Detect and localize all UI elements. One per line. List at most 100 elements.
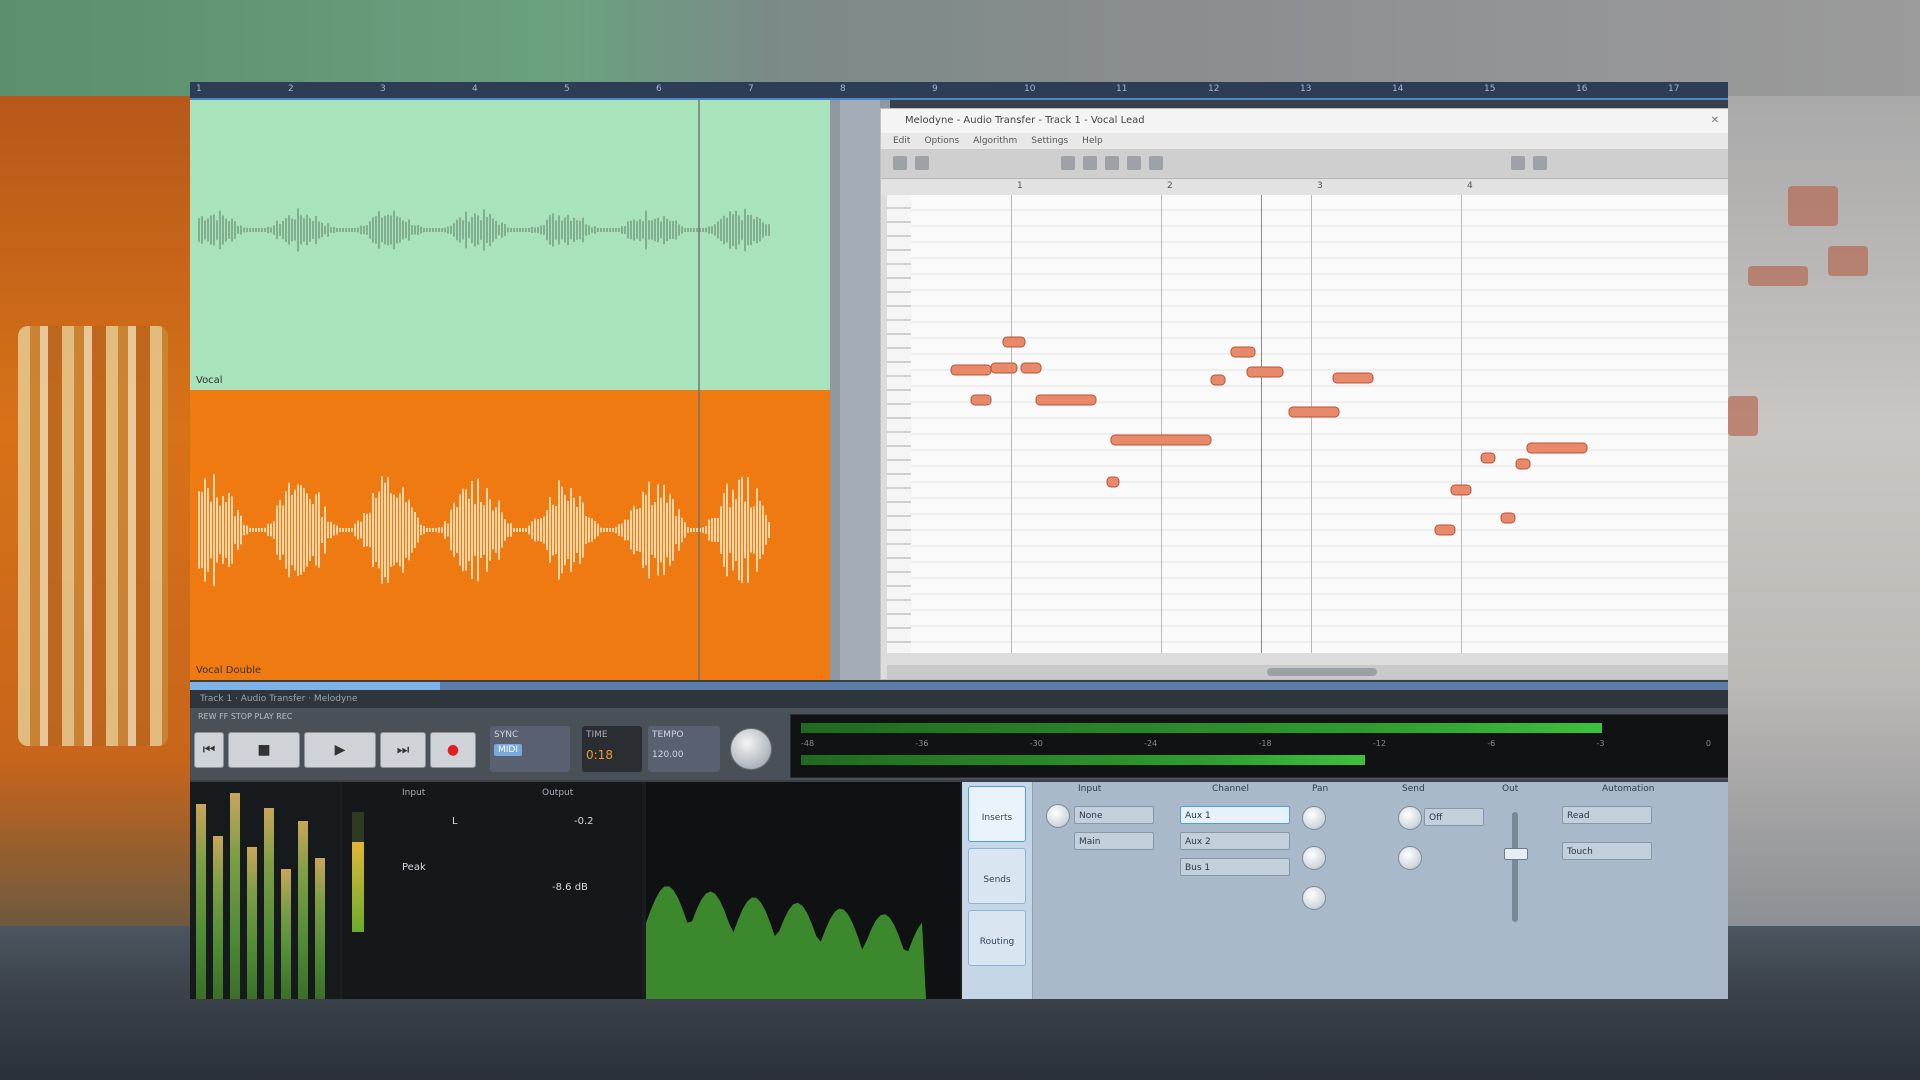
tab-sends[interactable]: Sends	[968, 848, 1026, 904]
track-overview-strip[interactable]	[190, 682, 1728, 690]
waveform-sample	[444, 521, 446, 539]
close-icon[interactable]: ✕	[1711, 109, 1719, 133]
channel-select-3[interactable]: Bus 1	[1180, 858, 1290, 876]
send-knob[interactable]	[1398, 806, 1422, 830]
waveform-sample	[492, 218, 494, 242]
plugin-ruler[interactable]: 1 2 3 4	[881, 179, 1728, 195]
record-button[interactable]: ●	[430, 732, 476, 768]
plugin-menu-item[interactable]: Algorithm	[973, 136, 1017, 146]
send-knob-2[interactable]	[1398, 846, 1422, 870]
waveform-sample	[693, 228, 695, 232]
waveform-sample	[687, 527, 689, 533]
backdrop-note	[1748, 266, 1808, 286]
audio-track-vocal[interactable]: Vocal	[190, 100, 830, 390]
meter-tick: -3	[1596, 739, 1605, 748]
pan-knob-3[interactable]	[1302, 886, 1326, 910]
waveform-sample	[249, 527, 251, 533]
plugin-titlebar[interactable]: Melodyne - Audio Transfer - Track 1 - Vo…	[881, 109, 1728, 133]
ruler-mark: 1	[196, 84, 202, 94]
waveform-sample	[639, 219, 641, 241]
play-button[interactable]: ▶	[304, 732, 376, 768]
pan-knob-2[interactable]	[1302, 846, 1326, 870]
overview-selection[interactable]	[190, 682, 440, 690]
fast-forward-button[interactable]: ⏭	[380, 732, 426, 768]
waveform-sample	[606, 528, 608, 532]
backdrop-waveform	[18, 326, 168, 746]
waveform-sample	[690, 527, 692, 533]
waveform-sample	[366, 513, 368, 547]
timing-tool-icon[interactable]	[1105, 156, 1119, 170]
audio-track-vocal-double[interactable]: Vocal Double	[190, 390, 830, 680]
scale-tool-icon[interactable]	[1149, 156, 1163, 170]
time-display[interactable]: TIME 0:18	[582, 726, 642, 772]
waveform-sample	[576, 220, 578, 240]
waveform-sample	[600, 228, 602, 232]
tempo-label: TEMPO	[652, 730, 684, 740]
zoom-out-icon[interactable]	[1511, 156, 1525, 170]
waveform-sample	[336, 525, 338, 535]
waveform-sample	[369, 512, 371, 548]
input-select-2[interactable]: Main	[1074, 832, 1154, 850]
pointer-tool-icon[interactable]	[893, 156, 907, 170]
timeline-ruler[interactable]: 1 2 3 4 5 6 7 8 9 10 11 12 13 14 15 16 17	[190, 82, 1728, 100]
waveform-sample	[717, 517, 719, 543]
waveform-sample	[282, 505, 284, 555]
send-target[interactable]: Off	[1424, 808, 1484, 826]
waveform-sample	[453, 502, 455, 558]
waveform-sample	[393, 210, 395, 250]
plugin-scrollbar[interactable]	[887, 665, 1728, 679]
master-volume-knob[interactable]	[730, 728, 772, 770]
input-select[interactable]: None	[1074, 806, 1154, 824]
channel-select-2[interactable]: Aux 2	[1180, 832, 1290, 850]
stats-row2-value: -8.6 dB	[552, 882, 588, 893]
waveform-sample	[747, 477, 749, 583]
tab-inserts[interactable]: Inserts	[968, 786, 1026, 842]
tab-routing[interactable]: Routing	[968, 910, 1026, 966]
waveform-sample	[480, 502, 482, 558]
waveform-sample	[258, 528, 260, 532]
rewind-button[interactable]: ⏮	[194, 732, 224, 768]
tempo-display[interactable]: TEMPO 120.00	[648, 726, 720, 772]
header-channel: Channel	[1212, 784, 1249, 794]
waveform-sample	[198, 491, 200, 569]
waveform-sample	[564, 494, 566, 566]
pitch-tool-icon[interactable]	[915, 156, 929, 170]
waveform-sample	[582, 217, 584, 243]
waveform-sample	[735, 210, 737, 250]
pitch-blob	[1230, 346, 1256, 358]
plugin-menu-item[interactable]: Options	[924, 136, 959, 146]
amplitude-tool-icon[interactable]	[1083, 156, 1097, 170]
channel-select[interactable]: Aux 1	[1180, 806, 1290, 824]
plugin-menu-item[interactable]: Settings	[1031, 136, 1068, 146]
note-editor-grid[interactable]	[911, 195, 1728, 653]
waveform-sample	[435, 528, 437, 532]
automation-mode-2[interactable]: Touch	[1562, 842, 1652, 860]
waveform-sample	[675, 220, 677, 240]
note-separation-tool-icon[interactable]	[1127, 156, 1141, 170]
waveform-sample	[693, 528, 695, 532]
zoom-in-icon[interactable]	[1533, 156, 1547, 170]
level-stats-panel: Input Output L -0.2 Peak -8.6 dB	[342, 782, 642, 999]
playhead[interactable]	[698, 100, 700, 680]
scroll-thumb[interactable]	[1267, 668, 1377, 676]
pan-knob[interactable]	[1302, 806, 1326, 830]
waveform-sample	[759, 218, 761, 242]
waveform-sample	[636, 508, 638, 552]
stop-button[interactable]: ■	[228, 732, 300, 768]
piano-keyboard[interactable]	[887, 195, 912, 653]
plugin-menu-item[interactable]: Edit	[893, 136, 910, 146]
formant-tool-icon[interactable]	[1061, 156, 1075, 170]
automation-mode[interactable]: Read	[1562, 806, 1652, 824]
waveform-sample	[402, 220, 404, 240]
input-gain-knob[interactable]	[1046, 804, 1070, 828]
waveform-sample	[255, 228, 257, 232]
waveform-sample	[609, 528, 611, 532]
plugin-menu-item[interactable]: Help	[1082, 136, 1103, 146]
volume-fader[interactable]	[1504, 812, 1528, 922]
waveform-sample	[624, 226, 626, 234]
plugin-ruler-mark: 4	[1467, 181, 1473, 191]
fader-cap[interactable]	[1504, 848, 1528, 860]
waveform-sample	[417, 517, 419, 543]
sync-panel[interactable]: SYNC MIDI	[490, 726, 570, 772]
waveform-sample	[744, 208, 746, 252]
